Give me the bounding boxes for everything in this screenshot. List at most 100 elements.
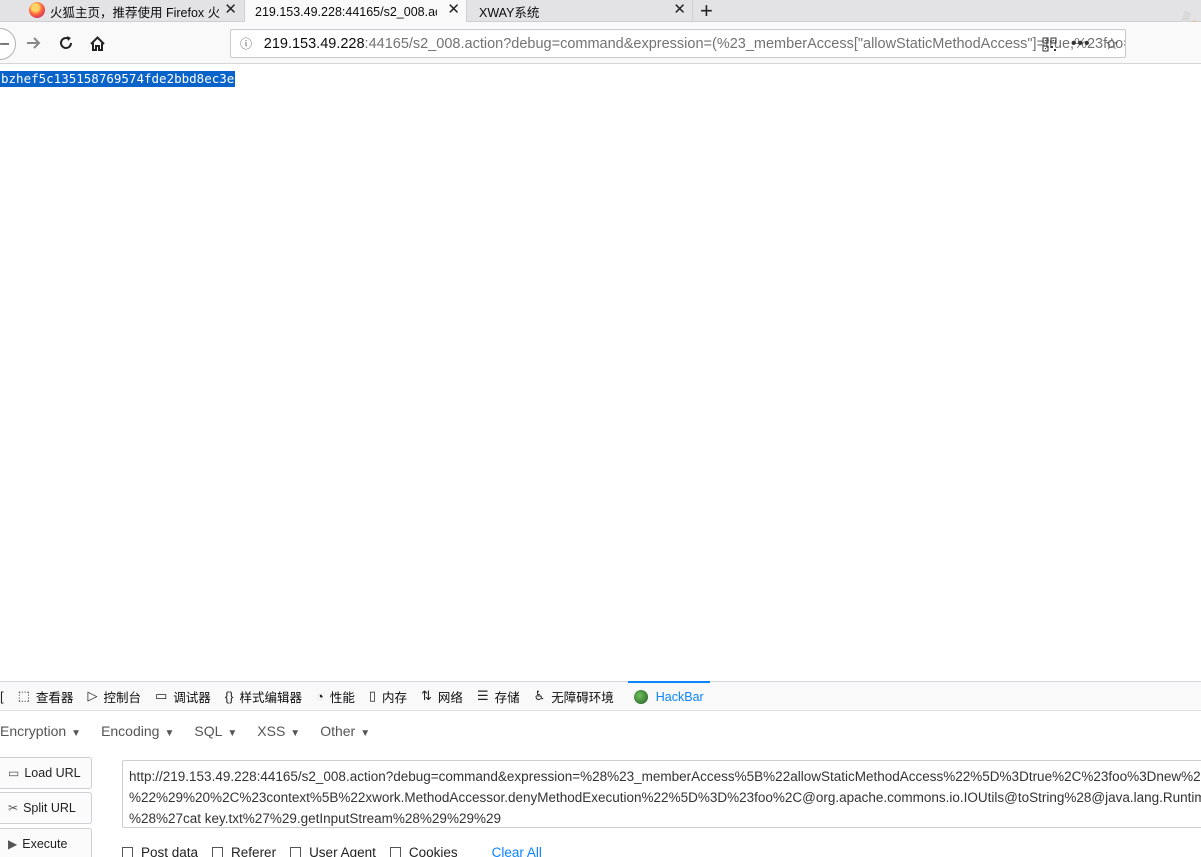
menu-encryption[interactable]: Encryption ▼ <box>0 723 81 739</box>
split-url-button[interactable]: ✂ Split URL <box>0 792 92 824</box>
caret-down-icon: ▼ <box>290 728 301 739</box>
url-line: http://219.153.49.228:44165/s2_008.actio… <box>129 769 1201 784</box>
post-data-checkbox[interactable]: Post data <box>122 845 198 857</box>
close-icon[interactable]: ✕ <box>673 2 686 18</box>
tab-active-page[interactable]: 219.153.49.228:44165/s2_008.ac ✕ <box>244 0 467 23</box>
tab-accessibility[interactable]: ♿ 无障碍环境 <box>534 681 614 711</box>
tab-title: XWAY系统 <box>479 5 540 20</box>
play-icon: ▶ <box>8 837 18 851</box>
checkbox-label: Post data <box>141 844 199 857</box>
qr-code-icon[interactable] <box>1042 37 1057 52</box>
tab-xway[interactable]: XWAY系统 ✕ <box>468 0 693 22</box>
close-icon[interactable]: ✕ <box>447 2 460 18</box>
load-icon: ▭ <box>8 766 20 780</box>
performance-icon: ◔ <box>315 688 324 704</box>
more-actions-icon[interactable]: ••• <box>1071 35 1091 53</box>
picker-icon: [ <box>0 688 4 704</box>
clear-all-link[interactable]: Clear All <box>492 845 542 857</box>
load-url-button[interactable]: ▭ Load URL <box>0 757 92 789</box>
scissors-icon: ✂ <box>8 801 19 815</box>
execute-button[interactable]: ▶ Execute <box>0 828 92 857</box>
tab-style-editor[interactable]: {} 样式编辑器 <box>225 681 302 711</box>
cookies-checkbox[interactable]: Cookies <box>389 844 458 857</box>
menu-label: Encryption <box>0 723 67 739</box>
tab-console[interactable]: ▷ 控制台 <box>87 681 141 711</box>
tab-network[interactable]: ⇅ 网络 <box>421 681 463 711</box>
reload-icon <box>60 36 73 49</box>
url-host: 219.153.49.228 <box>263 35 365 52</box>
url-bar[interactable]: ⓘ 219.153.49.228 :44165/s2_008.action?de… <box>230 29 1126 58</box>
inspector-icon: ⬚ <box>17 688 30 703</box>
user-agent-checkbox[interactable]: User Agent <box>290 845 376 857</box>
hackbar-options: Post data Referer User Agent Cookies Cle… <box>122 845 1201 857</box>
navigation-bar: ‒ ⓘ 219.153.49.228 :44165/s2_008.action?… <box>0 22 1201 64</box>
caret-down-icon: ▼ <box>71 728 82 739</box>
checkbox-label: User Agent <box>309 844 376 857</box>
hackbar-icon <box>633 690 648 704</box>
tab-label: 无障碍环境 <box>551 690 614 705</box>
debugger-icon: ▭ <box>154 688 168 703</box>
checkbox-icon <box>122 846 133 857</box>
tab-storage[interactable]: ☰ 存储 <box>477 681 520 711</box>
bookmark-star-icon[interactable]: ☆ <box>1105 34 1119 54</box>
menu-sql[interactable]: SQL ▼ <box>194 723 237 739</box>
menu-label: Encoding <box>101 723 160 739</box>
tab-label: 样式编辑器 <box>239 690 302 705</box>
tab-inspector[interactable]: ⬚ 查看器 <box>18 681 74 711</box>
forward-arrow-icon <box>27 37 41 49</box>
button-label: Execute <box>22 837 68 851</box>
menu-label: SQL <box>194 723 223 739</box>
new-tab-button[interactable]: + <box>700 0 713 24</box>
url-line: %22%29%20%2C%23context%5B%22xwork.Method… <box>129 790 1201 805</box>
tab-strip: 火狐主页，推荐使用 Firefox 火 ✕ 219.153.49.228:441… <box>0 0 1201 24</box>
close-icon[interactable]: ✕ <box>224 2 237 18</box>
tab-performance[interactable]: ◔ 性能 <box>316 681 355 711</box>
forward-button[interactable] <box>22 32 44 54</box>
tab-title: 火狐主页，推荐使用 Firefox 火 <box>50 5 221 20</box>
menu-encoding[interactable]: Encoding ▼ <box>101 723 174 739</box>
info-icon[interactable]: ⓘ <box>240 35 260 52</box>
command-output-text[interactable]: bzhef5c135158769574fde2bbd8ec3e <box>0 71 236 87</box>
caret-down-icon: ▼ <box>360 728 371 739</box>
hackbar-url-input[interactable]: http://219.153.49.228:44165/s2_008.actio… <box>122 760 1201 828</box>
home-button[interactable] <box>86 32 108 54</box>
url-path: :44165/s2_008.action?debug=command&expre… <box>364 35 1125 52</box>
caret-down-icon: ▼ <box>227 728 238 739</box>
reload-button[interactable] <box>55 32 77 54</box>
tab-hackbar[interactable]: HackBar <box>627 681 710 711</box>
devtools-picker[interactable]: [ <box>0 681 10 711</box>
tab-label: HackBar <box>655 690 704 704</box>
button-label: Split URL <box>23 801 76 815</box>
storage-icon: ☰ <box>476 688 489 703</box>
browser-window: 火狐主页，推荐使用 Firefox 火 ✕ 219.153.49.228:441… <box>0 0 1201 857</box>
devtools-toolbar: [ ⬚ 查看器 ▷ 控制台 ▭ 调试器 {} 样式编辑器 ◔ 性能 ▯ 内存 ⇅ 网络 ☰ 存储… <box>0 681 1201 711</box>
console-icon: ▷ <box>87 688 98 703</box>
network-icon: ⇅ <box>421 688 432 703</box>
checkbox-label: Referer <box>231 844 277 857</box>
menu-xss[interactable]: XSS ▼ <box>257 723 300 739</box>
style-editor-icon: {} <box>224 688 234 704</box>
accessibility-icon: ♿ <box>533 688 546 703</box>
tab-label: 调试器 <box>173 690 211 705</box>
home-icon <box>89 35 105 51</box>
caret-down-icon: ▼ <box>164 728 175 739</box>
url-line: %28%27cat key.txt%27%29.getInputStream%2… <box>129 811 501 826</box>
tab-debugger[interactable]: ▭ 调试器 <box>155 681 211 711</box>
tab-label: 查看器 <box>35 690 74 705</box>
firefox-logo-icon <box>29 2 45 18</box>
tab-label: 性能 <box>329 690 355 705</box>
checkbox-icon <box>389 846 401 857</box>
menu-label: XSS <box>257 723 286 739</box>
tab-label: 内存 <box>382 690 408 705</box>
checkbox-icon <box>290 846 302 857</box>
button-label: Load URL <box>24 766 81 780</box>
checkbox-label: Cookies <box>408 844 458 857</box>
referer-checkbox[interactable]: Referer <box>212 845 276 857</box>
tab-memory[interactable]: ▯ 内存 <box>369 681 407 711</box>
memory-icon: ▯ <box>368 688 376 703</box>
tab-firefox-home[interactable]: 火狐主页，推荐使用 Firefox 火 ✕ <box>0 0 243 22</box>
checkbox-icon <box>212 846 224 857</box>
back-button[interactable]: ‒ <box>0 28 16 60</box>
tab-label: 存储 <box>494 690 520 705</box>
menu-other[interactable]: Other ▼ <box>320 723 370 739</box>
